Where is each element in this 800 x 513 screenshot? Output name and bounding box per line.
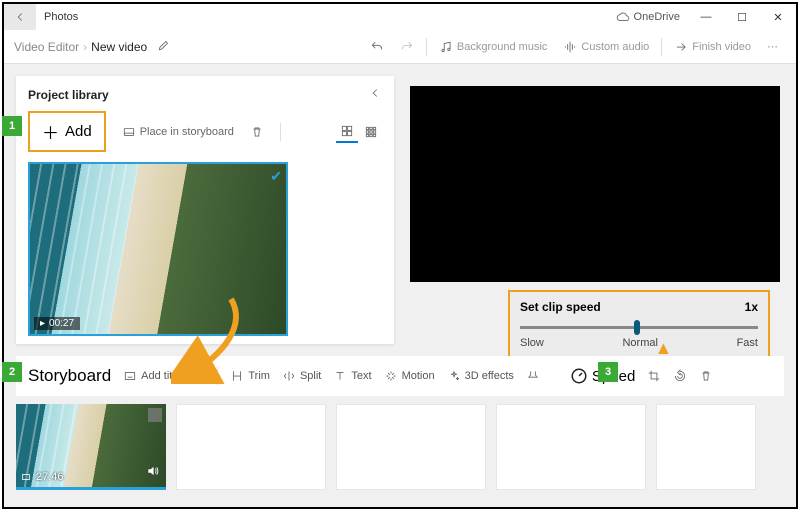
breadcrumb-current: New video — [91, 40, 147, 54]
thumbnail-image — [30, 164, 286, 334]
undo-button[interactable] — [370, 40, 384, 54]
annotation-step-3: 3 — [598, 362, 618, 382]
custom-audio-button[interactable]: Custom audio — [563, 40, 649, 54]
3d-effects-button[interactable]: 3D effects — [447, 369, 514, 383]
filters-button[interactable] — [526, 369, 540, 383]
sparkle-icon — [447, 369, 461, 383]
storyboard-empty-slot[interactable] — [176, 404, 326, 490]
storyboard-empty-slot[interactable] — [496, 404, 646, 490]
delete-clip-button[interactable] — [699, 369, 713, 383]
cloud-icon — [616, 10, 630, 24]
add-media-button[interactable]: ＋ Add — [28, 111, 106, 152]
plus-icon: ＋ — [42, 119, 59, 144]
delete-media-button[interactable] — [250, 125, 264, 139]
undo-icon — [370, 40, 384, 54]
breadcrumb-root[interactable]: Video Editor — [14, 40, 79, 54]
grid-large-icon — [340, 124, 354, 138]
minimize-button[interactable]: — — [688, 4, 724, 30]
annotation-step-1: 1 — [2, 116, 22, 136]
audio-icon — [563, 40, 577, 54]
trim-button[interactable]: Trim — [230, 369, 270, 383]
place-in-storyboard-button[interactable]: Place in storyboard — [122, 125, 234, 139]
text-button[interactable]: Text — [333, 369, 371, 383]
collapse-library-button[interactable] — [368, 86, 382, 103]
speed-slider-thumb[interactable] — [634, 320, 640, 335]
clip-selection-handle[interactable] — [148, 408, 162, 422]
command-bar: Video Editor › New video Background musi… — [4, 30, 796, 64]
close-button[interactable]: ✕ — [760, 4, 796, 30]
redo-icon — [400, 40, 414, 54]
window-titlebar: Photos OneDrive — ☐ ✕ — [4, 4, 796, 30]
export-icon — [674, 40, 688, 54]
filter-icon — [526, 369, 540, 383]
view-large-grid-button[interactable] — [336, 121, 358, 143]
redo-button[interactable] — [400, 40, 414, 54]
storyboard-title: Storyboard — [28, 366, 111, 386]
chevron-left-icon — [368, 86, 382, 100]
add-title-card-button[interactable]: Add title card — [123, 369, 205, 383]
crop-icon — [647, 369, 661, 383]
speed-label-normal: Normal — [622, 337, 657, 349]
speed-label-fast: Fast — [737, 337, 758, 349]
project-library-title: Project library — [28, 88, 109, 102]
trash-icon — [250, 125, 264, 139]
more-button[interactable]: ⋯ — [767, 40, 778, 53]
speed-slider[interactable] — [520, 326, 758, 329]
project-library-panel: Project library ＋ Add Place in storyboar… — [16, 76, 394, 344]
resize-button[interactable] — [647, 369, 661, 383]
finish-video-button[interactable]: Finish video — [674, 40, 751, 54]
duration-icon — [20, 472, 32, 482]
video-preview[interactable] — [410, 86, 780, 282]
storyboard-track: 27.46 — [16, 404, 784, 490]
pencil-icon — [157, 38, 171, 52]
grid-small-icon — [364, 125, 378, 139]
motion-icon — [384, 369, 398, 383]
split-button[interactable]: Split — [282, 369, 321, 383]
speed-label-slow: Slow — [520, 337, 544, 349]
rotate-button[interactable] — [673, 369, 687, 383]
maximize-button[interactable]: ☐ — [724, 4, 760, 30]
chevron-right-icon: › — [83, 40, 87, 54]
trim-icon — [230, 369, 244, 383]
storyboard-toolbar: Storyboard Add title card Trim Split Tex… — [16, 356, 784, 396]
trash-icon — [699, 369, 713, 383]
sound-icon — [146, 464, 160, 478]
speed-multiplier: 1x — [745, 300, 758, 314]
speedometer-icon — [570, 367, 588, 385]
thumbnail-duration: ▸ 00:27 — [34, 317, 80, 330]
view-small-grid-button[interactable] — [360, 121, 382, 143]
library-thumbnail[interactable]: ✔ ▸ 00:27 — [28, 162, 288, 336]
selected-check-icon: ✔ — [270, 168, 282, 185]
rotate-icon — [673, 369, 687, 383]
back-button[interactable] — [4, 4, 36, 30]
speed-popup-title: Set clip speed — [520, 300, 601, 314]
annotation-step-2: 2 — [2, 362, 22, 382]
motion-button[interactable]: Motion — [384, 369, 435, 383]
onedrive-status[interactable]: OneDrive — [616, 10, 680, 24]
background-music-button[interactable]: Background music — [439, 40, 548, 54]
title-card-icon — [123, 369, 137, 383]
storyboard-empty-slot[interactable] — [656, 404, 756, 490]
app-title: Photos — [36, 11, 616, 23]
text-icon — [333, 369, 347, 383]
arrow-left-icon — [13, 10, 27, 24]
storyboard-empty-slot[interactable] — [336, 404, 486, 490]
music-icon — [439, 40, 453, 54]
split-icon — [282, 369, 296, 383]
clip-audio-button[interactable] — [146, 464, 160, 481]
storyboard-clip[interactable]: 27.46 — [16, 404, 166, 490]
clip-duration: 27.46 — [20, 471, 64, 483]
storyboard-icon — [122, 125, 136, 139]
set-clip-speed-popup: Set clip speed 1x Slow Normal Fast ▲ — [508, 290, 770, 359]
rename-button[interactable] — [157, 38, 171, 55]
